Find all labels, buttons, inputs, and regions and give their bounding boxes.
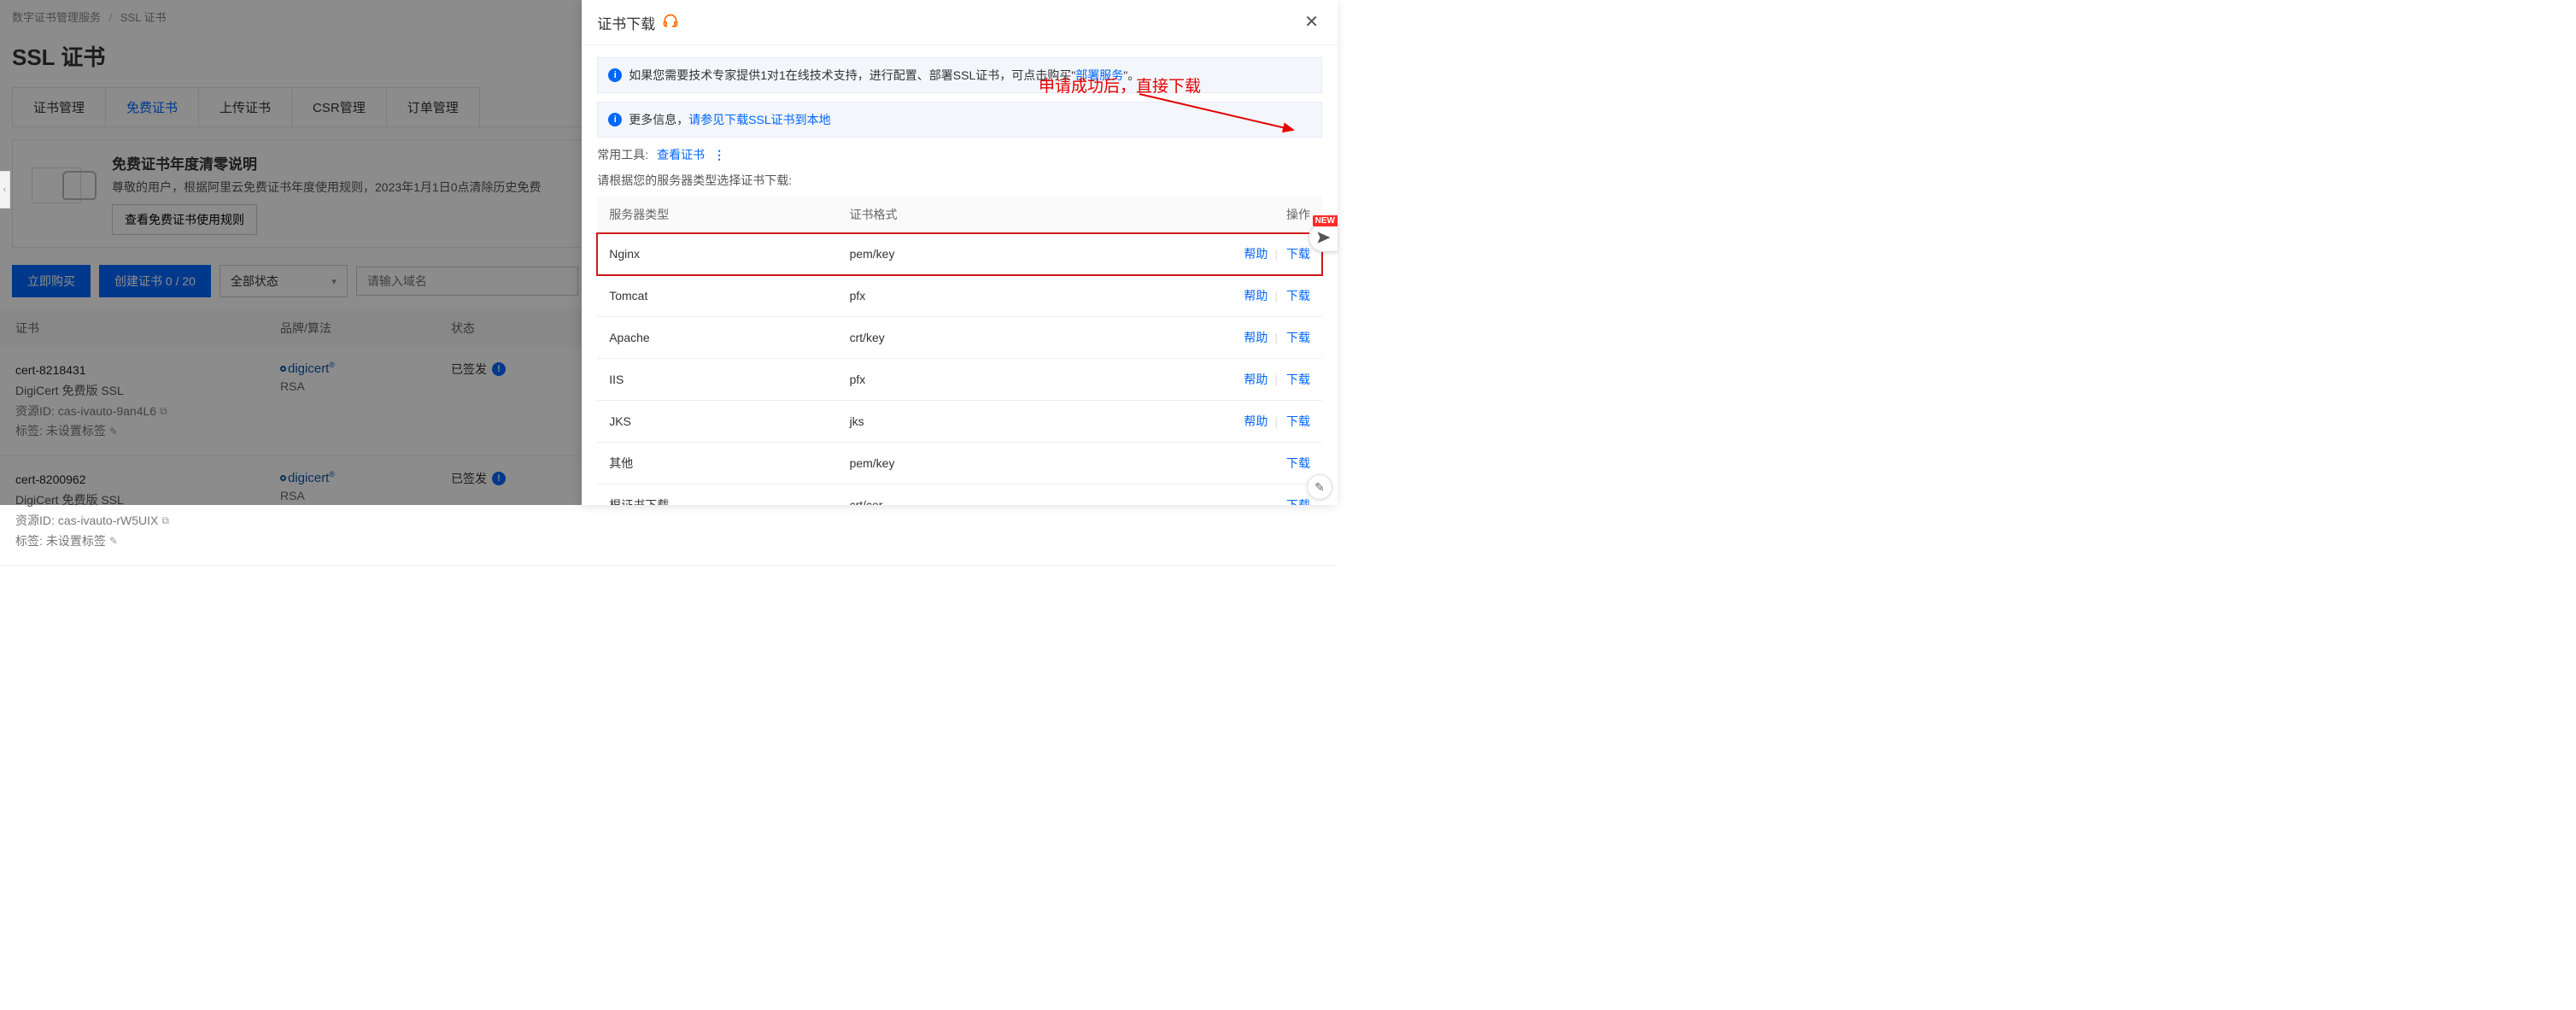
row-actions: 下载 xyxy=(1044,443,1322,484)
download-link[interactable]: 下载 xyxy=(1286,456,1310,470)
download-row: Tomcatpfx 帮助 | 下载 xyxy=(597,275,1322,317)
side-expand-handle[interactable]: ‹ xyxy=(0,171,10,208)
server-type: 其他 xyxy=(597,443,837,484)
action-divider: | xyxy=(1274,247,1278,261)
download-link[interactable]: 下载 xyxy=(1286,331,1310,344)
action-divider: | xyxy=(1274,289,1278,302)
alert2-text: 更多信息， xyxy=(629,113,688,126)
new-badge: NEW xyxy=(1313,215,1338,226)
action-divider: | xyxy=(1274,414,1278,428)
server-type: JKS xyxy=(597,401,837,443)
drawer-title: 证书下载 xyxy=(597,12,655,33)
download-link[interactable]: 下载 xyxy=(1286,289,1310,302)
drawer-body: i 如果您需要技术专家提供1对1在线技术支持，进行配置、部署SSL证书，可点击购… xyxy=(582,45,1338,505)
server-type: Tomcat xyxy=(597,275,837,317)
more-tools-menu[interactable]: ⋮ xyxy=(713,148,726,162)
copy-icon[interactable]: ⧉ xyxy=(161,512,169,529)
cert-resource-label: 资源ID: xyxy=(15,511,55,531)
drawer-header: 证书下载 ✕ xyxy=(582,0,1338,45)
cert-format: pem/key xyxy=(838,443,1044,484)
download-row: IISpfx 帮助 | 下载 xyxy=(597,359,1322,401)
row-actions: 下载 xyxy=(1044,484,1322,506)
help-link[interactable]: 帮助 xyxy=(1244,331,1268,344)
download-table: 服务器类型 证书格式 操作 Nginxpem/key帮助|下载Tomcatpfx… xyxy=(597,196,1322,505)
cert-format: pfx xyxy=(838,275,1044,317)
col-server-type: 服务器类型 xyxy=(597,196,837,233)
alert1-text: 如果您需要技术专家提供1对1在线技术支持，进行配置、部署SSL证书，可点击购买" xyxy=(629,68,1075,82)
server-type: 根证书下载 xyxy=(597,484,837,506)
action-divider: | xyxy=(1274,331,1278,344)
row-actions: 帮助 | 下载 xyxy=(1044,233,1322,275)
row-actions: 帮助 | 下载 xyxy=(1044,317,1322,359)
download-row: 根证书下载crt/cer 下载 xyxy=(597,484,1322,506)
help-link[interactable]: 帮助 xyxy=(1244,289,1268,302)
alert-deploy-service: i 如果您需要技术专家提供1对1在线技术支持，进行配置、部署SSL证书，可点击购… xyxy=(597,57,1322,93)
download-link[interactable]: 下载 xyxy=(1286,498,1310,505)
alert-more-info: i 更多信息，请参见下载SSL证书到本地 xyxy=(597,102,1322,138)
close-icon[interactable]: ✕ xyxy=(1301,10,1322,34)
action-divider: | xyxy=(1274,373,1278,386)
cert-format: pfx xyxy=(838,359,1044,401)
feedback-button[interactable] xyxy=(1308,223,1338,252)
headset-icon[interactable] xyxy=(662,13,679,32)
info-icon: i xyxy=(608,68,622,82)
help-link[interactable]: 帮助 xyxy=(1244,373,1268,386)
info-icon: i xyxy=(608,113,622,126)
help-link[interactable]: 帮助 xyxy=(1244,414,1268,428)
row-actions: 帮助 | 下载 xyxy=(1044,275,1322,317)
download-row: Nginxpem/key 帮助 | 下载 xyxy=(597,233,1322,275)
col-cert-format: 证书格式 xyxy=(838,196,1044,233)
view-cert-link[interactable]: 查看证书 xyxy=(657,146,705,163)
row-actions: 帮助 | 下载 xyxy=(1044,401,1322,443)
cert-tag-label: 标签: xyxy=(15,531,43,552)
edit-fab-button[interactable]: ✎ xyxy=(1307,474,1332,500)
download-doc-link[interactable]: 请参见下载SSL证书到本地 xyxy=(688,113,830,126)
download-row: 其他pem/key 下载 xyxy=(597,443,1322,484)
download-row: JKSjks 帮助 | 下载 xyxy=(597,401,1322,443)
row-actions: 帮助 | 下载 xyxy=(1044,359,1322,401)
cert-format: crt/key xyxy=(838,317,1044,359)
cert-format: jks xyxy=(838,401,1044,443)
tools-label: 常用工具: xyxy=(597,146,648,163)
pencil-icon[interactable]: ✎ xyxy=(109,532,118,549)
server-type: IIS xyxy=(597,359,837,401)
cert-format: pem/key xyxy=(838,233,1044,275)
server-type: Apache xyxy=(597,317,837,359)
tools-row: 常用工具: 查看证书 ⋮ xyxy=(597,146,1322,163)
server-type: Nginx xyxy=(597,233,837,275)
annotation-text: 申请成功后，直接下载 xyxy=(1039,73,1201,97)
download-drawer: 证书下载 ✕ i 如果您需要技术专家提供1对1在线技术支持，进行配置、部署SSL… xyxy=(582,0,1338,505)
help-link[interactable]: 帮助 xyxy=(1244,247,1268,261)
col-operation: 操作 xyxy=(1044,196,1322,233)
download-link[interactable]: 下载 xyxy=(1286,247,1310,261)
download-link[interactable]: 下载 xyxy=(1286,414,1310,428)
cert-resource-id: cas-ivauto-rW5UIX xyxy=(58,511,158,531)
download-row: Apachecrt/key 帮助 | 下载 xyxy=(597,317,1322,359)
download-hint: 请根据您的服务器类型选择证书下载: xyxy=(597,172,1322,189)
download-link[interactable]: 下载 xyxy=(1286,373,1310,386)
cert-format: crt/cer xyxy=(838,484,1044,506)
cert-tag-value: 未设置标签 xyxy=(46,531,106,552)
